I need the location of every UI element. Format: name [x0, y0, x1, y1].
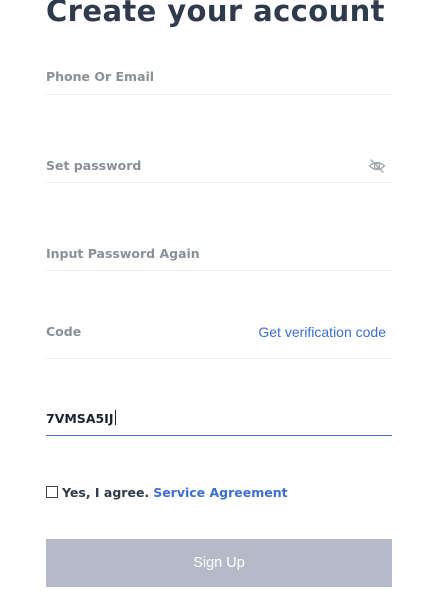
code-field[interactable]: Code Get verification code	[46, 314, 392, 359]
agreement-row: Yes, I agree. Service Agreement	[46, 484, 288, 500]
code-label: Code	[46, 324, 82, 339]
get-verification-code-link[interactable]: Get verification code	[258, 324, 386, 340]
page-title: Create your account	[46, 0, 385, 28]
service-agreement-link[interactable]: Service Agreement	[153, 485, 287, 500]
text-caret	[114, 410, 116, 425]
referral-code-input[interactable]: 7VMSA5IJ	[46, 410, 116, 426]
password-label: Set password	[46, 158, 142, 173]
sign-up-button[interactable]: Sign Up	[46, 539, 392, 587]
confirm-password-field[interactable]: Input Password Again	[46, 237, 392, 271]
agreement-checkbox[interactable]	[46, 486, 58, 498]
referral-code-field[interactable]: 7VMSA5IJ	[46, 402, 392, 436]
password-field[interactable]: Set password	[46, 149, 392, 183]
phone-email-field[interactable]: Phone Or Email	[46, 60, 392, 95]
referral-code-value: 7VMSA5IJ	[46, 411, 114, 426]
eye-slash-icon[interactable]	[368, 158, 386, 174]
phone-email-label: Phone Or Email	[46, 69, 155, 84]
confirm-password-label: Input Password Again	[46, 246, 200, 261]
agreement-text: Yes, I agree.	[62, 484, 150, 500]
